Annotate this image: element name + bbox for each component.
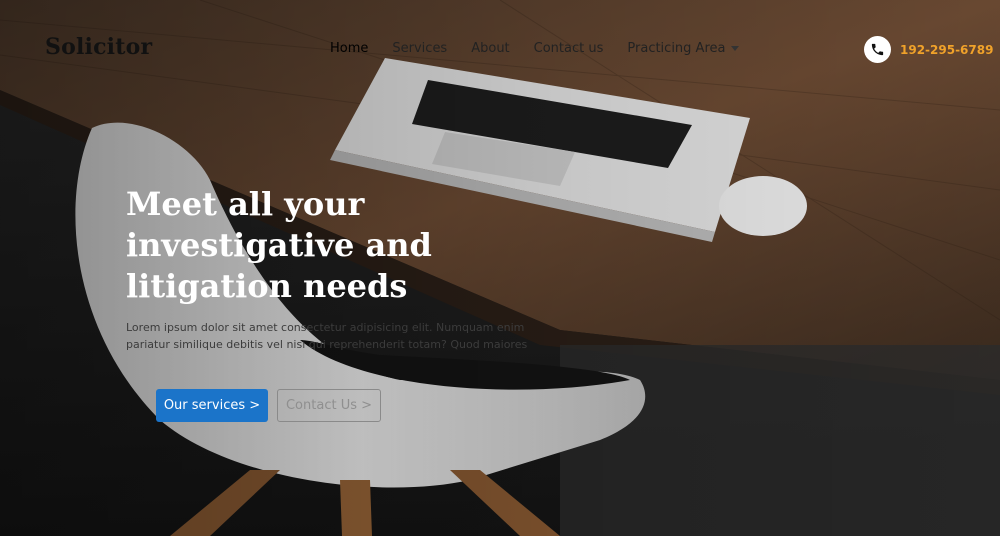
nav-item-about[interactable]: About bbox=[471, 41, 509, 56]
nav-item-practicing-area[interactable]: Practicing Area bbox=[627, 41, 740, 56]
chevron-down-icon bbox=[731, 46, 740, 51]
hero-subtext: Lorem ipsum dolor sit amet consectetur a… bbox=[126, 321, 528, 351]
navbar: Solicitor Home Services About Contact us… bbox=[0, 0, 1000, 100]
phone-icon bbox=[864, 36, 891, 63]
nav-item-practicing-area-label: Practicing Area bbox=[627, 41, 726, 56]
brand-logo[interactable]: Solicitor bbox=[45, 34, 152, 60]
phone-contact[interactable]: 192-295-6789 bbox=[864, 36, 993, 63]
phone-number[interactable]: 192-295-6789 bbox=[900, 43, 993, 57]
nav-menu: Home Services About Contact us Practicin… bbox=[330, 41, 763, 56]
our-services-button[interactable]: Our services > bbox=[156, 389, 268, 422]
nav-item-home[interactable]: Home bbox=[330, 41, 368, 56]
nav-item-contact[interactable]: Contact us bbox=[534, 41, 604, 56]
hero-section: Solicitor Home Services About Contact us… bbox=[0, 0, 1000, 536]
hero-headline: Meet all your investigative and litigati… bbox=[126, 185, 432, 305]
nav-item-services[interactable]: Services bbox=[392, 41, 447, 56]
contact-us-button[interactable]: Contact Us > bbox=[277, 389, 381, 422]
